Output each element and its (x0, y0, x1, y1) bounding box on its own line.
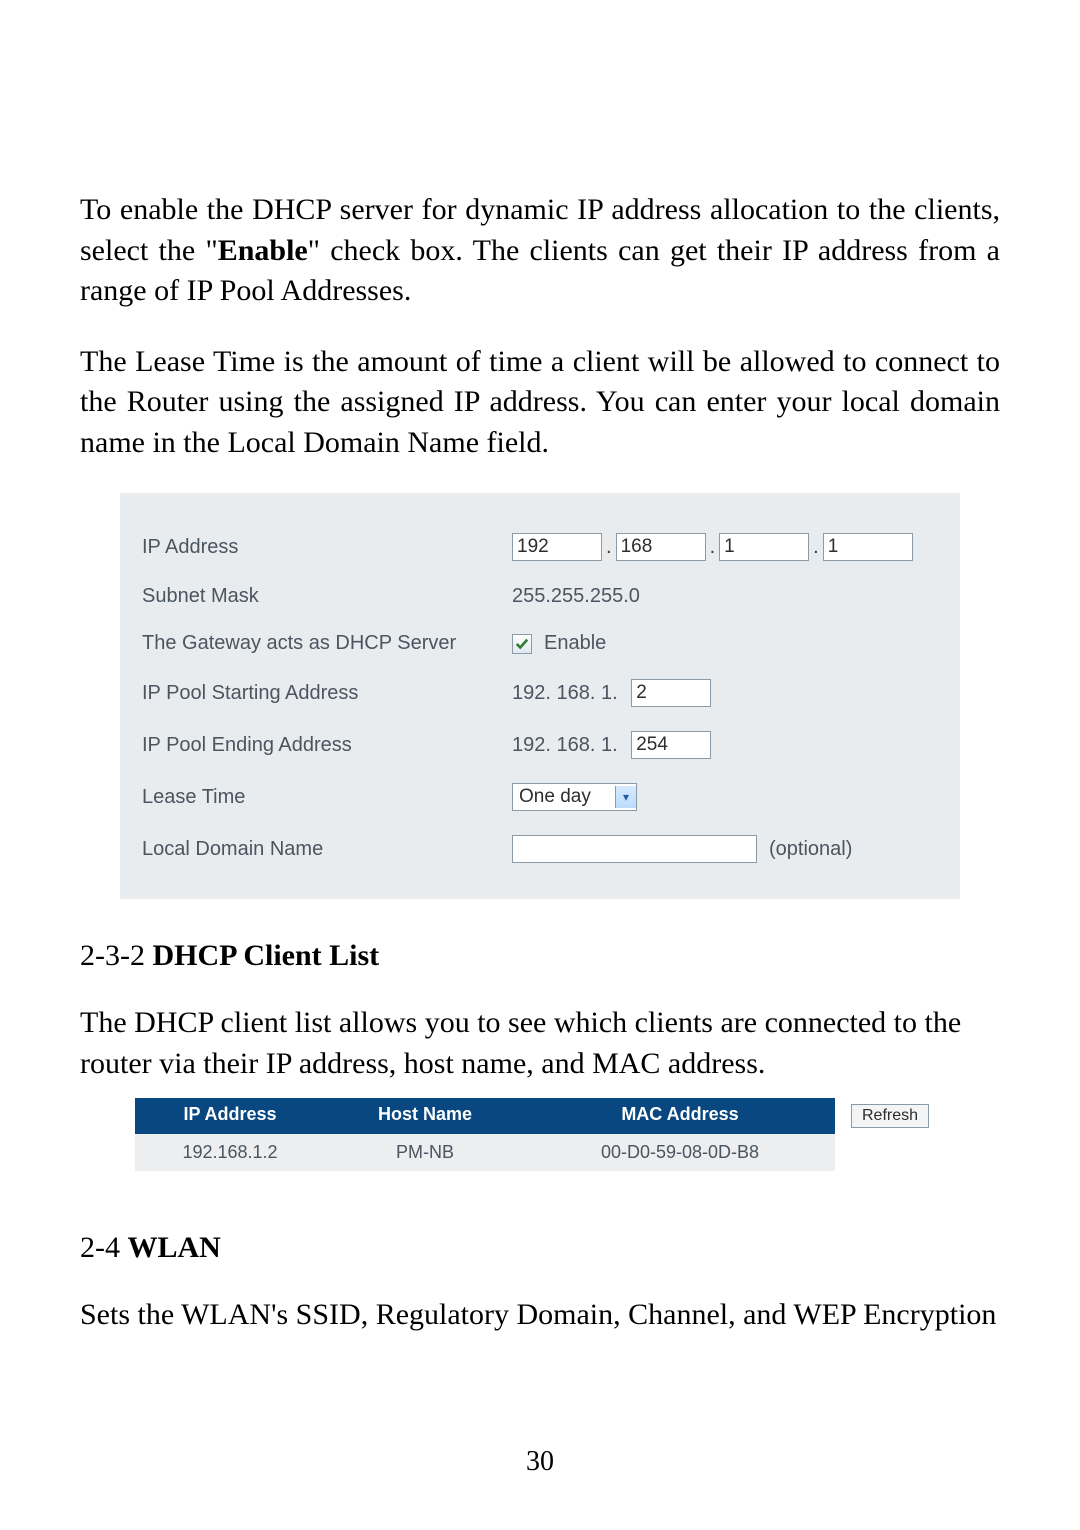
ip-octet-2[interactable] (616, 533, 706, 561)
local-domain-input[interactable] (512, 835, 757, 863)
chevron-down-icon: ▾ (615, 786, 636, 808)
pool-end-label: IP Pool Ending Address (134, 734, 512, 757)
dot-icon: . (710, 536, 716, 559)
section-232-text: The DHCP client list allows you to see w… (80, 1003, 1000, 1084)
section-24-text: Sets the WLAN's SSID, Regulatory Domain,… (80, 1295, 1000, 1336)
pool-end-prefix: 192. 168. 1. (512, 734, 618, 757)
section-232-heading: 2-3-2 DHCP Client List (80, 939, 1000, 973)
pool-start-prefix: 192. 168. 1. (512, 682, 618, 705)
dhcp-enable-checkbox[interactable] (512, 634, 532, 654)
section-232-title: DHCP Client List (152, 939, 379, 972)
section-232-num: 2-3-2 (80, 939, 152, 972)
ip-address-label: IP Address (134, 536, 512, 559)
section-24-title: WLAN (128, 1231, 221, 1264)
ip-octet-4[interactable] (823, 533, 913, 561)
cell-host: PM-NB (325, 1134, 525, 1171)
header-host: Host Name (325, 1098, 525, 1134)
header-ip: IP Address (135, 1098, 325, 1134)
cell-ip: 192.168.1.2 (135, 1134, 325, 1171)
row-lease-time: Lease Time One day ▾ (134, 771, 946, 823)
row-ip-address: IP Address . . . (134, 521, 946, 573)
ip-octet-1[interactable] (512, 533, 602, 561)
domain-label: Local Domain Name (134, 838, 512, 861)
cell-blank (835, 1134, 945, 1171)
table-row: 192.168.1.2 PM-NB 00-D0-59-08-0D-B8 (135, 1134, 945, 1171)
header-refresh-cell: Refresh (835, 1098, 945, 1134)
lease-time-select[interactable]: One day ▾ (512, 783, 637, 811)
checkmark-icon (515, 637, 529, 651)
row-pool-end: IP Pool Ending Address 192. 168. 1. (134, 719, 946, 771)
intro-paragraph-1: To enable the DHCP server for dynamic IP… (80, 190, 1000, 312)
lease-time-value: One day (513, 786, 615, 808)
subnet-value: 255.255.255.0 (512, 585, 640, 608)
cell-mac: 00-D0-59-08-0D-B8 (525, 1134, 835, 1171)
dhcp-label: The Gateway acts as DHCP Server (134, 632, 512, 655)
row-dhcp-server: The Gateway acts as DHCP Server Enable (134, 620, 946, 667)
header-mac: MAC Address (525, 1098, 835, 1134)
row-pool-start: IP Pool Starting Address 192. 168. 1. (134, 667, 946, 719)
dhcp-enable-text: Enable (544, 632, 606, 655)
pool-end-input[interactable] (631, 731, 711, 759)
intro-p1-bold: Enable (218, 234, 308, 267)
row-subnet: Subnet Mask 255.255.255.0 (134, 573, 946, 620)
ip-octet-3[interactable] (719, 533, 809, 561)
pool-start-label: IP Pool Starting Address (134, 682, 512, 705)
dot-icon: . (606, 536, 612, 559)
optional-text: (optional) (769, 838, 852, 861)
table-header-row: IP Address Host Name MAC Address Refresh (135, 1098, 945, 1134)
dhcp-client-table: IP Address Host Name MAC Address Refresh… (135, 1098, 945, 1171)
page-number: 30 (80, 1446, 1000, 1478)
intro-paragraph-2: The Lease Time is the amount of time a c… (80, 342, 1000, 464)
pool-start-input[interactable] (631, 679, 711, 707)
lease-label: Lease Time (134, 786, 512, 809)
dot-icon: . (813, 536, 819, 559)
section-24-heading: 2-4 WLAN (80, 1231, 1000, 1265)
refresh-button[interactable]: Refresh (851, 1104, 929, 1128)
section-24-num: 2-4 (80, 1231, 128, 1264)
lan-settings-panel: IP Address . . . Subnet Mask 255.255.255… (120, 493, 960, 899)
row-domain: Local Domain Name (optional) (134, 823, 946, 875)
subnet-label: Subnet Mask (134, 585, 512, 608)
